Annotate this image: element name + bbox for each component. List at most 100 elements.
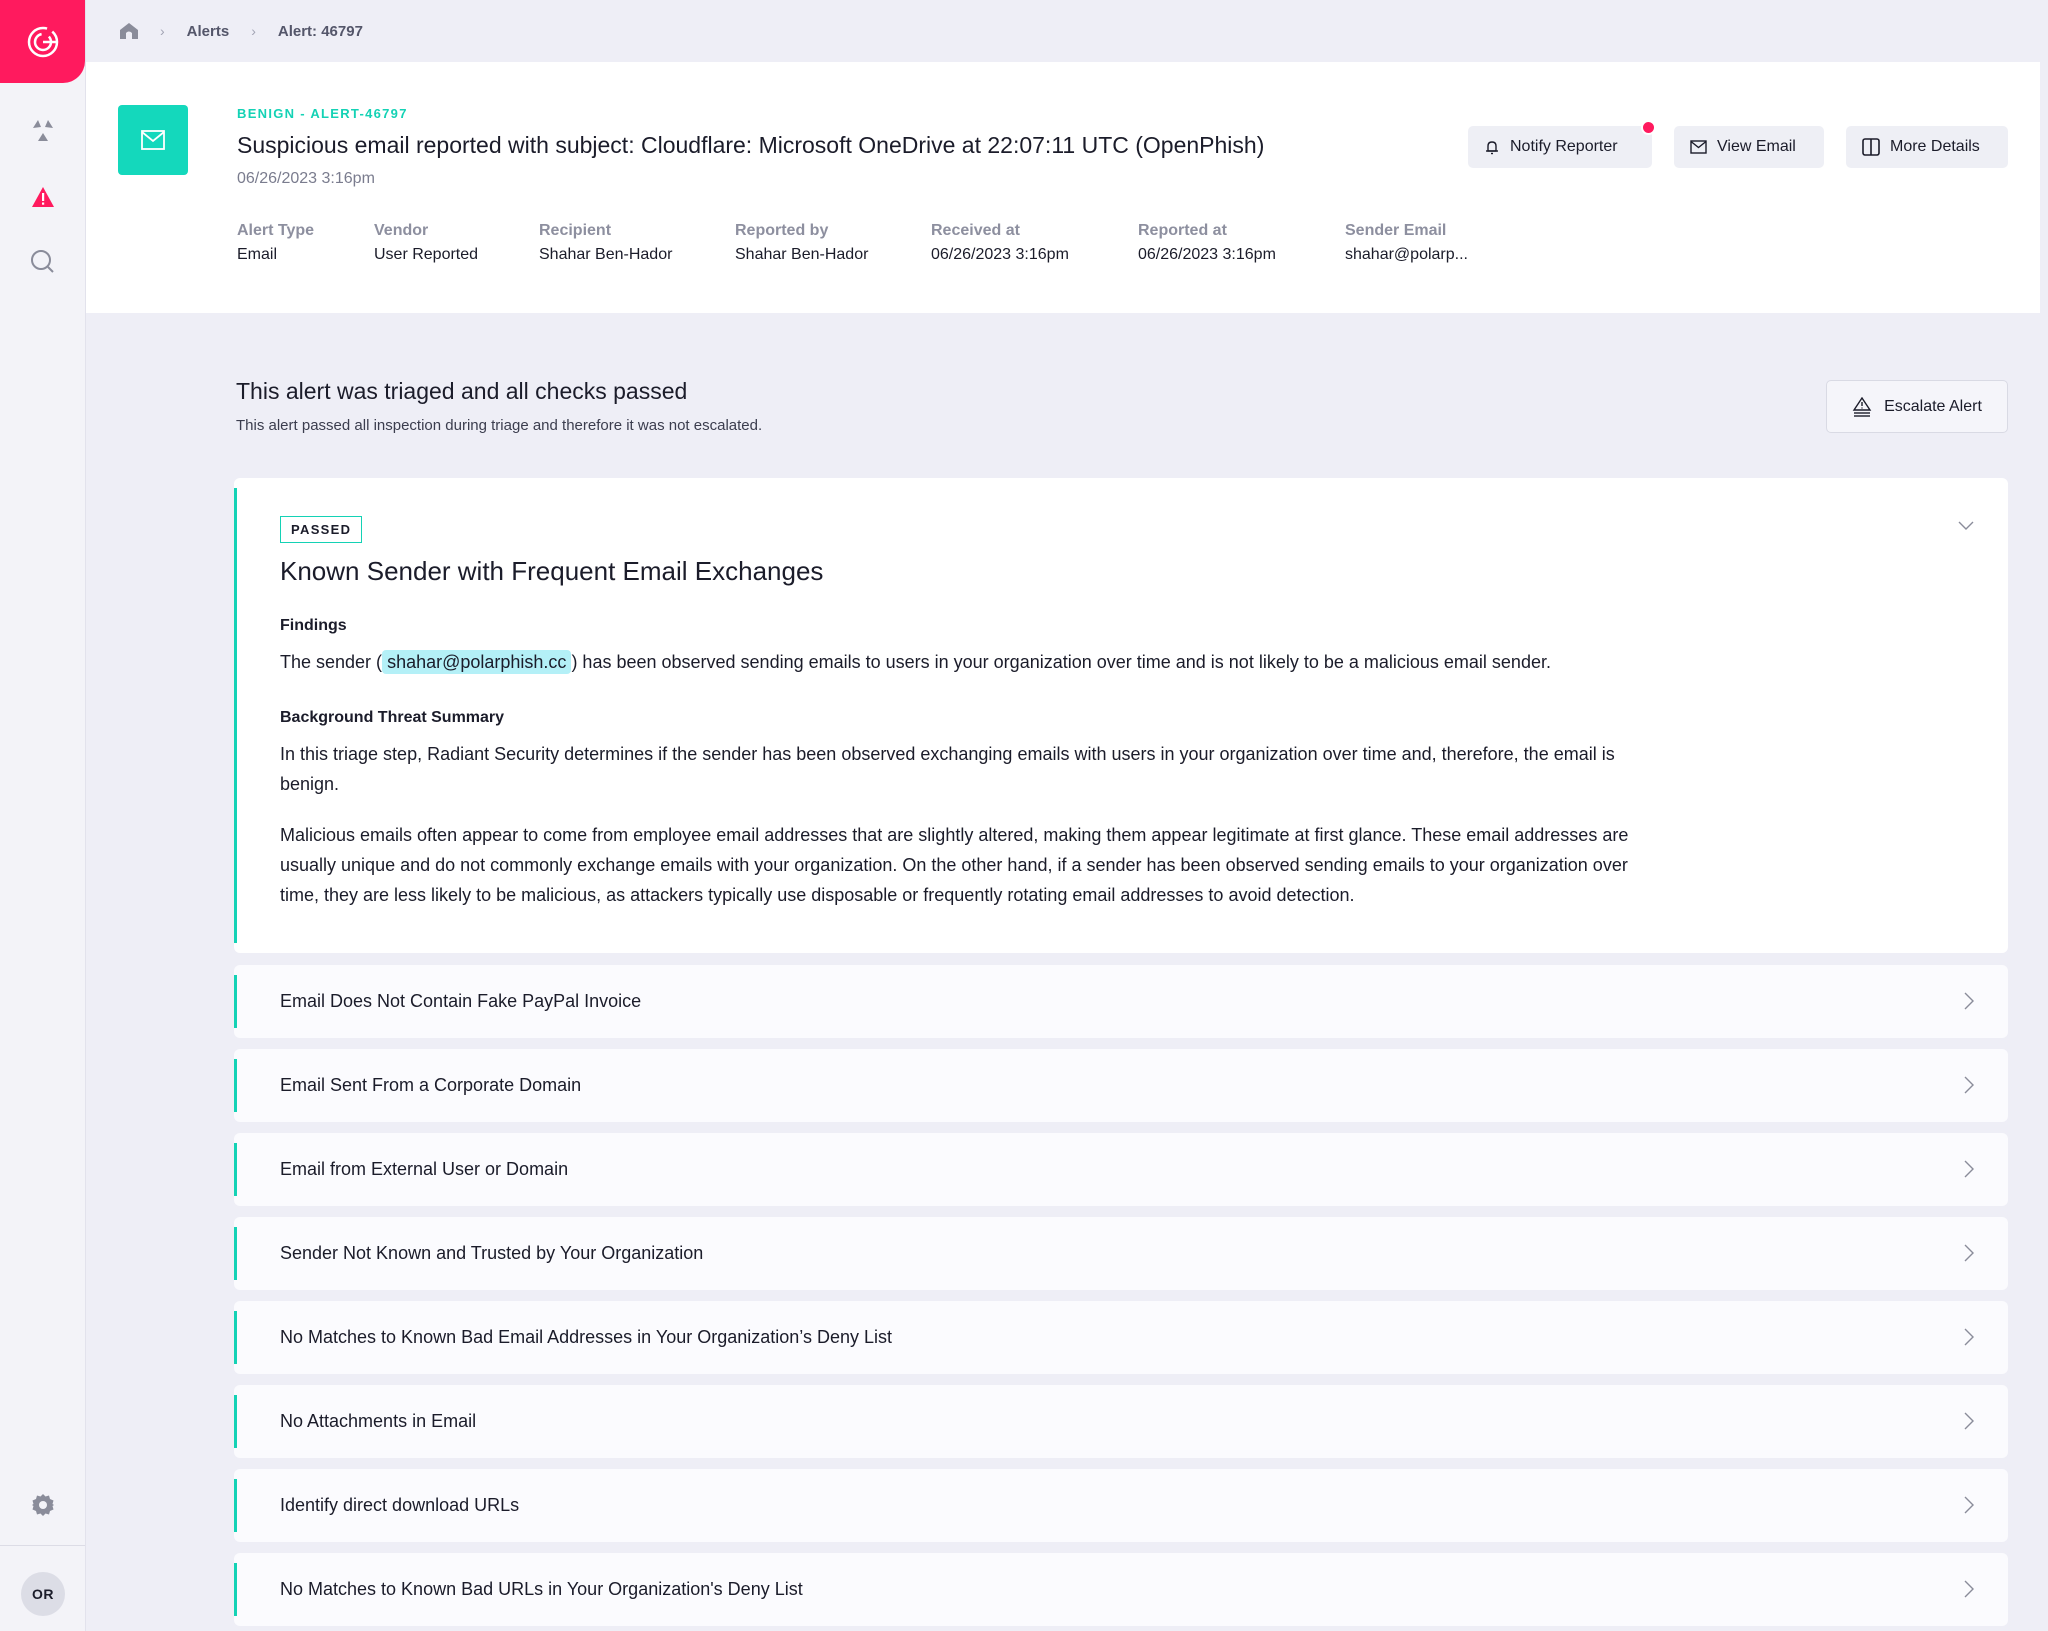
expand-toggle[interactable]: [1964, 1496, 1974, 1519]
breadcrumb-item-alerts[interactable]: Alerts: [187, 23, 230, 40]
card-accent-bar: [234, 1395, 237, 1448]
alert-title: Suspicious email reported with subject: …: [237, 132, 1265, 158]
card-accent-bar: [234, 1059, 237, 1112]
radiant-logo-icon: [27, 26, 58, 57]
sender-email-chip[interactable]: shahar@polarphish.cc: [382, 650, 572, 674]
sidebar-item-search[interactable]: [25, 244, 61, 280]
more-details-button[interactable]: More Details: [1846, 126, 2008, 168]
gear-icon: [32, 1494, 54, 1516]
mail-icon: [141, 130, 165, 150]
home-icon: [120, 23, 138, 39]
findings-label: Findings: [280, 617, 347, 634]
check-row-label: Email Does Not Contain Fake PayPal Invoi…: [280, 991, 642, 1011]
view-email-label: View Email: [1717, 138, 1796, 155]
breadcrumb: › Alerts › Alert: 46797: [86, 0, 2048, 62]
meta-value: 06/26/2023 3:16pm: [931, 246, 1069, 263]
findings-prefix: The sender (: [280, 652, 383, 672]
check-row[interactable]: Sender Not Known and Trusted by Your Org…: [234, 1217, 2008, 1290]
meta-received-at: Received at 06/26/2023 3:16pm: [931, 222, 1138, 264]
mail-icon: [1690, 140, 1707, 154]
escalate-icon: [1852, 396, 1872, 417]
meta-reported-by: Reported by Shahar Ben-Hador: [735, 222, 931, 264]
avatar[interactable]: OR: [21, 1572, 65, 1616]
more-details-label: More Details: [1890, 138, 1980, 155]
chevron-right-icon: [1964, 1328, 1974, 1346]
check-row-label: Sender Not Known and Trusted by Your Org…: [280, 1243, 704, 1263]
findings-suffix: ) has been observed sending emails to us…: [571, 652, 1551, 672]
check-row-label: Email Sent From a Corporate Domain: [280, 1075, 582, 1095]
sidebar-item-settings[interactable]: [25, 1487, 61, 1523]
background-paragraph-1: In this triage step, Radiant Security de…: [280, 744, 1615, 794]
escalate-alert-label: Escalate Alert: [1884, 397, 1982, 415]
chevron-down-icon: [1958, 521, 1974, 530]
expand-toggle[interactable]: [1964, 1328, 1974, 1351]
expand-toggle[interactable]: [1964, 1076, 1974, 1099]
check-row[interactable]: Email from External User or Domain: [234, 1133, 2008, 1206]
card-accent-bar: [234, 1227, 237, 1280]
card-accent-bar: [234, 1479, 237, 1532]
check-row[interactable]: Email Sent From a Corporate Domain: [234, 1049, 2008, 1122]
search-icon: [31, 250, 54, 273]
logo[interactable]: [0, 0, 85, 83]
meta-label: Vendor: [374, 222, 429, 239]
expand-toggle[interactable]: [1964, 992, 1974, 1015]
check-row[interactable]: No Matches to Known Bad Email Addresses …: [234, 1301, 2008, 1374]
meta-sender-email: Sender Email shahar@polarp...: [1345, 222, 1505, 264]
side-panel-icon: [1862, 138, 1880, 156]
check-row-label: No Attachments in Email: [280, 1411, 477, 1431]
header-actions: Notify Reporter View Email More Details: [1446, 120, 2008, 168]
card-accent-bar: [234, 1311, 237, 1364]
breadcrumb-separator: ›: [251, 23, 256, 39]
meta-label: Reported by: [735, 222, 829, 239]
alert-type-tile: [118, 105, 188, 175]
notification-dot: [1641, 120, 1656, 135]
breadcrumb-separator: ›: [160, 23, 165, 39]
chevron-right-icon: [1964, 1580, 1974, 1598]
check-row[interactable]: Identify direct download URLs: [234, 1469, 2008, 1542]
check-row-label: Identify direct download URLs: [280, 1495, 520, 1515]
expand-toggle[interactable]: [1964, 1580, 1974, 1603]
meta-alert-type: Alert Type Email: [237, 222, 374, 264]
breadcrumb-home[interactable]: [120, 23, 138, 39]
alert-date: 06/26/2023 3:16pm: [237, 170, 375, 187]
chevron-right-icon: [1964, 1412, 1974, 1430]
expand-toggle[interactable]: [1964, 1412, 1974, 1435]
alert-status-line: BENIGN - ALERT-46797: [237, 106, 408, 121]
sidebar-divider: [0, 1545, 85, 1546]
meta-label: Recipient: [539, 222, 612, 239]
check-row-label: No Matches to Known Bad URLs in Your Org…: [280, 1579, 803, 1599]
notify-reporter-button[interactable]: Notify Reporter: [1468, 120, 1656, 168]
check-row-label: No Matches to Known Bad Email Addresses …: [280, 1327, 892, 1347]
meta-label: Received at: [931, 222, 1020, 239]
background-paragraph-2: Malicious emails often appear to come fr…: [280, 825, 1629, 905]
check-row[interactable]: Email Does Not Contain Fake PayPal Invoi…: [234, 965, 2008, 1038]
alert-triangle-icon: [32, 187, 54, 207]
status-badge: PASSED: [280, 516, 363, 543]
expand-toggle[interactable]: [1964, 1244, 1974, 1267]
check-row[interactable]: No Attachments in Email: [234, 1385, 2008, 1458]
chevron-right-icon: [1964, 1076, 1974, 1094]
alert-header: BENIGN - ALERT-46797 Suspicious email re…: [86, 62, 2040, 313]
card-accent-bar: [234, 1563, 237, 1616]
sidebar-item-threats[interactable]: [25, 113, 61, 149]
findings-text: The sender (shahar@polarphish.cc) has be…: [280, 647, 1670, 677]
meta-value[interactable]: shahar@polarp...: [1345, 246, 1505, 264]
expand-toggle[interactable]: [1964, 1160, 1974, 1183]
escalate-alert-button[interactable]: Escalate Alert: [1826, 380, 2008, 433]
meta-label: Sender Email: [1345, 222, 1447, 239]
radiation-icon: [33, 120, 53, 141]
triage-title: This alert was triaged and all checks pa…: [236, 378, 688, 404]
collapse-toggle[interactable]: [1958, 518, 1974, 536]
meta-label: Reported at: [1138, 222, 1227, 239]
check-card-expanded: PASSED Known Sender with Frequent Email …: [234, 478, 2008, 953]
meta-value: User Reported: [374, 246, 479, 263]
card-accent-bar: [234, 488, 237, 943]
meta-recipient: Recipient Shahar Ben-Hador: [539, 222, 735, 264]
chevron-right-icon: [1964, 1244, 1974, 1262]
meta-value: Shahar Ben-Hador: [735, 246, 869, 263]
meta-value: 06/26/2023 3:16pm: [1138, 246, 1276, 263]
check-row[interactable]: No Matches to Known Bad URLs in Your Org…: [234, 1553, 2008, 1626]
view-email-button[interactable]: View Email: [1674, 126, 1824, 168]
sidebar-item-alerts[interactable]: [25, 179, 61, 215]
triage-subtitle: This alert passed all inspection during …: [236, 417, 763, 434]
